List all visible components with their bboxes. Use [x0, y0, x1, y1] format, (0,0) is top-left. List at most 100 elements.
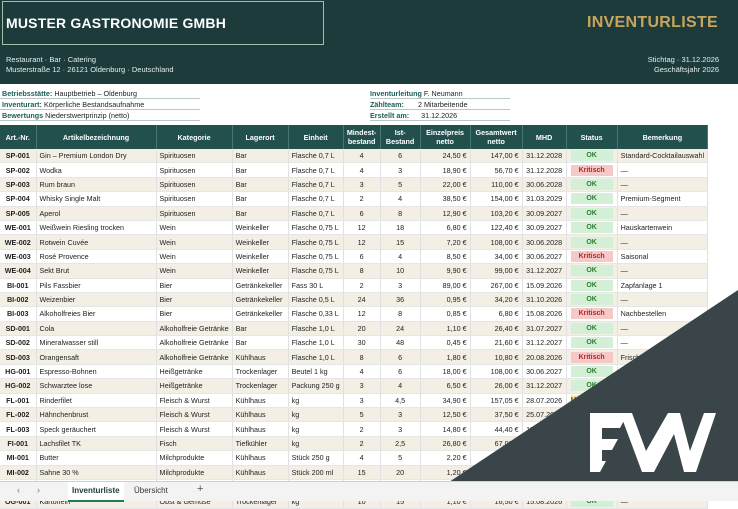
cell-status[interactable]: OK: [566, 292, 618, 308]
cell-einheit[interactable]: Stück 250 g: [288, 450, 344, 466]
cell-art-nr[interactable]: WE-002: [0, 234, 37, 250]
cell-einzelpreis[interactable]: 0,95 €: [420, 292, 471, 308]
cell-gesamtwert[interactable]: 108,00 €: [470, 364, 523, 380]
cell-bezeichnung[interactable]: Sekt Brut: [36, 263, 157, 279]
cell-gesamtwert[interactable]: 44,40 €: [470, 421, 523, 437]
tab-prev-button[interactable]: ‹: [17, 485, 20, 495]
cell-einzelpreis[interactable]: 18,90 €: [420, 162, 471, 178]
column-header-istbestand[interactable]: Ist-Bestand: [380, 125, 421, 149]
cell-bezeichnung[interactable]: Butter: [36, 450, 157, 466]
cell-istbestand[interactable]: 4,5: [380, 393, 421, 409]
cell-art-nr[interactable]: SP-005: [0, 206, 37, 221]
cell-bezeichnung[interactable]: Cola: [36, 321, 157, 337]
cell-gesamtwert[interactable]: 6,80 €: [470, 306, 523, 322]
cell-art-nr[interactable]: SD-003: [0, 349, 37, 365]
cell-einzelpreis[interactable]: 24,50 €: [420, 149, 471, 164]
cell-einheit[interactable]: kg: [288, 436, 344, 452]
cell-mindestbestand[interactable]: 8: [343, 349, 381, 365]
cell-einzelpreis[interactable]: 26,80 €: [420, 436, 471, 452]
column-header-einheit[interactable]: Einheit: [288, 125, 344, 149]
cell-lagerort[interactable]: Bar: [232, 149, 289, 164]
column-header-lagerort[interactable]: Lagerort: [232, 125, 289, 149]
cell-mhd[interactable]: 30.06.2028: [522, 234, 567, 250]
cell-einzelpreis[interactable]: 6,80 €: [420, 220, 471, 236]
cell-mindestbestand[interactable]: 2: [343, 191, 381, 207]
cell-bemerkung[interactable]: Röstung: [617, 364, 709, 380]
cell-bemerkung[interactable]: Zapfanlage 1: [617, 278, 709, 293]
cell-status[interactable]: OK: [566, 364, 618, 380]
cell-bemerkung[interactable]: Nachbestellen: [617, 306, 709, 322]
cell-kategorie[interactable]: Wein: [156, 234, 233, 250]
cell-mhd[interactable]: 31.12.2028: [522, 162, 567, 178]
cell-kategorie[interactable]: Alkoholfreie Getränke: [156, 335, 233, 351]
cell-bezeichnung[interactable]: Alkoholfreies Bier: [36, 306, 157, 322]
cell-mindestbestand[interactable]: 12: [343, 306, 381, 322]
cell-einheit[interactable]: Beutel 1 kg: [288, 364, 344, 380]
cell-kategorie[interactable]: Spirituosen: [156, 191, 233, 207]
cell-status[interactable]: OK: [566, 149, 618, 164]
cell-bezeichnung[interactable]: Sahne 30 %: [36, 465, 157, 480]
cell-einzelpreis[interactable]: 12,90 €: [420, 206, 471, 221]
cell-kategorie[interactable]: Heißgetränke: [156, 378, 233, 394]
cell-lagerort[interactable]: Kühlhaus: [232, 349, 289, 365]
column-header-einzelpreis[interactable]: Einzelpreis netto: [420, 125, 471, 149]
cell-bemerkung[interactable]: —: [617, 263, 709, 279]
cell-bezeichnung[interactable]: Pils Fassbier: [36, 278, 157, 293]
cell-kategorie[interactable]: Spirituosen: [156, 206, 233, 221]
cell-mindestbestand[interactable]: 3: [343, 378, 381, 394]
tab-inventurliste[interactable]: Inventurliste: [68, 482, 124, 502]
cell-bezeichnung[interactable]: Orangensaft: [36, 349, 157, 365]
cell-art-nr[interactable]: SD-002: [0, 335, 37, 351]
cell-mhd[interactable]: 28.07.2026: [522, 393, 567, 409]
cell-einheit[interactable]: Stück 200 ml: [288, 465, 344, 480]
cell-einheit[interactable]: Flasche 1,0 L: [288, 321, 344, 337]
cell-bemerkung[interactable]: —: [617, 421, 709, 437]
cell-lagerort[interactable]: Getränkekeller: [232, 292, 289, 308]
cell-istbestand[interactable]: 3: [380, 278, 421, 293]
cell-bezeichnung[interactable]: Schwarztee lose: [36, 378, 157, 394]
cell-bezeichnung[interactable]: Speck geräuchert: [36, 421, 157, 437]
cell-lagerort[interactable]: Trockenlager: [232, 378, 289, 394]
column-header-bemerkung[interactable]: Bemerkung: [617, 125, 709, 149]
cell-istbestand[interactable]: 8: [380, 306, 421, 322]
cell-mindestbestand[interactable]: 30: [343, 335, 381, 351]
cell-istbestand[interactable]: 6: [380, 149, 421, 164]
cell-art-nr[interactable]: WE-003: [0, 249, 37, 265]
cell-status[interactable]: OK: [566, 278, 618, 293]
cell-lagerort[interactable]: Bar: [232, 177, 289, 193]
cell-mindestbestand[interactable]: 2: [343, 421, 381, 437]
cell-einheit[interactable]: Flasche 1,0 L: [288, 349, 344, 365]
cell-gesamtwert[interactable]: 147,00 €: [470, 149, 523, 164]
cell-lagerort[interactable]: Bar: [232, 335, 289, 351]
cell-mhd[interactable]: 30.09.2027: [522, 220, 567, 236]
cell-mindestbestand[interactable]: 3: [343, 177, 381, 193]
cell-gesamtwert[interactable]: 267,00 €: [470, 278, 523, 293]
cell-bezeichnung[interactable]: Wodka: [36, 162, 157, 178]
cell-lagerort[interactable]: Kühlhaus: [232, 393, 289, 409]
cell-mhd[interactable]: 31.07.2027: [522, 321, 567, 337]
cell-mhd[interactable]: 30.06.2027: [522, 249, 567, 265]
cell-gesamtwert[interactable]: 26,40 €: [470, 321, 523, 337]
cell-gesamtwert[interactable]: 34,00 €: [470, 249, 523, 265]
cell-mindestbestand[interactable]: 12: [343, 234, 381, 250]
cell-art-nr[interactable]: WE-004: [0, 263, 37, 279]
cell-einheit[interactable]: Flasche 1,0 L: [288, 335, 344, 351]
cell-einheit[interactable]: Flasche 0,75 L: [288, 249, 344, 265]
cell-bezeichnung[interactable]: Gin – Premium London Dry: [36, 149, 157, 164]
cell-status[interactable]: OK: [566, 191, 618, 207]
column-header-kategorie[interactable]: Kategorie: [156, 125, 233, 149]
cell-art-nr[interactable]: BI-002: [0, 292, 37, 308]
cell-kategorie[interactable]: Bier: [156, 292, 233, 308]
cell-mhd[interactable]: 31.03.2027: [522, 436, 567, 452]
cell-art-nr[interactable]: FI-001: [0, 436, 37, 452]
cell-mhd[interactable]: 15.09.2026: [522, 278, 567, 293]
cell-status[interactable]: OK: [566, 450, 618, 466]
cell-gesamtwert[interactable]: 67,00 €: [470, 436, 523, 452]
cell-mhd[interactable]: 30.08.2026: [522, 450, 567, 466]
cell-bemerkung[interactable]: Frischeprodukt: [617, 349, 709, 365]
cell-einheit[interactable]: Flasche 0,75 L: [288, 234, 344, 250]
cell-bezeichnung[interactable]: Rosé Provence: [36, 249, 157, 265]
cell-status[interactable]: OK: [566, 206, 618, 221]
cell-art-nr[interactable]: SP-003: [0, 177, 37, 193]
cell-status[interactable]: OK: [566, 421, 618, 437]
